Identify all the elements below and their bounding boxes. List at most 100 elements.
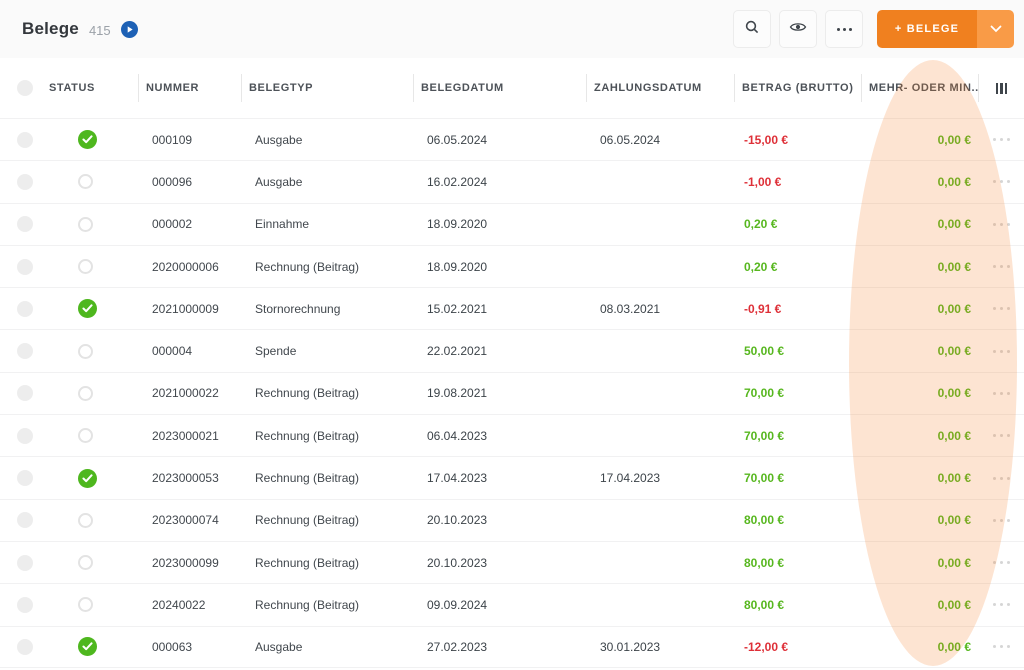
more-actions-button[interactable] [825, 10, 863, 48]
table-row[interactable]: 2021000009 Stornorechnung 15.02.2021 08.… [0, 287, 1024, 329]
column-header-belegdatum[interactable]: BELEGDATUM [413, 74, 586, 102]
cell-mehr-oder-min: 0,00 € [937, 471, 971, 486]
row-select-circle[interactable] [17, 131, 33, 148]
cell-belegdatum: 06.04.2023 [427, 428, 488, 443]
table-row[interactable]: 2020000006 Rechnung (Beitrag) 18.09.2020… [0, 244, 1024, 287]
row-ellipsis-icon[interactable] [978, 349, 1024, 353]
toolbar-actions: + BELEGE [733, 10, 1014, 48]
row-ellipsis-icon[interactable] [978, 222, 1024, 226]
row-select-cell [0, 300, 42, 317]
table-row[interactable]: 000109 Ausgabe 06.05.2024 06.05.2024 -15… [0, 118, 1024, 160]
status-icon[interactable] [78, 512, 93, 528]
column-header-betrag[interactable]: BETRAG (BRUTTO) [734, 74, 861, 102]
row-ellipsis-icon[interactable] [978, 434, 1024, 438]
row-select-circle[interactable] [17, 300, 33, 317]
status-icon[interactable] [78, 597, 93, 613]
status-icon[interactable] [78, 637, 97, 657]
eye-icon [789, 20, 807, 39]
cell-belegdatum: 22.02.2021 [427, 344, 488, 359]
status-icon[interactable] [78, 428, 93, 444]
status-cell [42, 468, 138, 488]
row-select-circle[interactable] [17, 216, 33, 233]
row-select-circle[interactable] [17, 385, 33, 402]
row-select-circle[interactable] [17, 258, 33, 275]
row-ellipsis-icon[interactable] [978, 138, 1024, 142]
row-ellipsis-icon[interactable] [978, 603, 1024, 607]
cell-nummer: 000109 [152, 132, 193, 147]
table-row[interactable]: 000063 Ausgabe 27.02.2023 30.01.2023 -12… [0, 625, 1024, 668]
select-all-circle[interactable] [17, 80, 33, 96]
row-ellipsis-icon[interactable] [978, 307, 1024, 311]
column-header-mehr-oder-min[interactable]: MEHR- ODER MIN... [861, 74, 978, 102]
row-select-cell [0, 173, 42, 190]
row-select-circle[interactable] [17, 173, 33, 190]
search-button[interactable] [733, 10, 771, 48]
column-header-nummer[interactable]: NUMMER [138, 74, 241, 102]
row-select-circle[interactable] [17, 470, 33, 487]
cell-belegdatum: 17.04.2023 [427, 471, 488, 486]
row-ellipsis-icon[interactable] [978, 265, 1024, 269]
column-header-belegtyp[interactable]: BELEGTYP [241, 74, 413, 102]
row-ellipsis-icon[interactable] [978, 391, 1024, 395]
search-icon [744, 19, 760, 40]
table-row[interactable]: 2021000022 Rechnung (Beitrag) 19.08.2021… [0, 371, 1024, 414]
row-select-cell [0, 427, 42, 444]
row-ellipsis-icon[interactable] [978, 180, 1024, 184]
cell-belegtyp: Rechnung (Beitrag) [255, 259, 360, 274]
table-row[interactable]: 2023000099 Rechnung (Beitrag) 20.10.2023… [0, 540, 1024, 583]
row-select-circle[interactable] [17, 343, 33, 360]
column-header-zahlungsdatum[interactable]: ZAHLUNGSDATUM [586, 74, 734, 102]
row-select-cell [0, 512, 42, 529]
table-row[interactable]: 000096 Ausgabe 16.02.2024 -1,00 € 0,00 € [0, 160, 1024, 202]
status-icon[interactable] [78, 343, 93, 359]
row-ellipsis-icon[interactable] [978, 476, 1024, 480]
table-row[interactable]: 20240022 Rechnung (Beitrag) 09.09.2024 8… [0, 583, 1024, 625]
table-row[interactable]: 2023000053 Rechnung (Beitrag) 17.04.2023… [0, 456, 1024, 498]
status-icon[interactable] [78, 385, 93, 401]
cell-belegtyp: Ausgabe [255, 132, 303, 147]
column-header-status[interactable]: STATUS [42, 82, 138, 94]
row-select-circle[interactable] [17, 512, 33, 529]
status-cell [42, 174, 138, 190]
cell-belegtyp: Ausgabe [255, 174, 303, 189]
cell-betrag: 70,00 € [744, 386, 785, 401]
status-icon[interactable] [78, 468, 97, 488]
cell-betrag: 80,00 € [744, 597, 785, 612]
status-icon[interactable] [78, 216, 93, 232]
status-icon[interactable] [78, 259, 93, 275]
play-icon[interactable] [120, 20, 138, 38]
cell-belegtyp: Rechnung (Beitrag) [255, 555, 360, 570]
row-select-circle[interactable] [17, 638, 33, 655]
status-icon[interactable] [78, 299, 97, 319]
row-select-cell [0, 131, 42, 148]
table-row[interactable]: 000002 Einnahme 18.09.2020 0,20 € 0,00 € [0, 202, 1024, 245]
cell-betrag: 50,00 € [744, 344, 785, 359]
cell-zahlungsdatum: 08.03.2021 [600, 301, 661, 316]
cell-betrag: 80,00 € [744, 513, 785, 528]
cell-betrag: -12,00 € [744, 639, 789, 654]
row-select-circle[interactable] [17, 596, 33, 613]
row-ellipsis-icon[interactable] [978, 518, 1024, 522]
row-select-circle[interactable] [17, 554, 33, 571]
column-settings-button[interactable] [978, 74, 1024, 102]
add-beleg-dropdown-toggle[interactable] [977, 10, 1014, 48]
table-row[interactable]: 2023000021 Rechnung (Beitrag) 06.04.2023… [0, 414, 1024, 456]
table-row[interactable]: 2023000074 Rechnung (Beitrag) 20.10.2023… [0, 498, 1024, 541]
cell-nummer: 2023000099 [152, 555, 219, 570]
preview-button[interactable] [779, 10, 817, 48]
cell-belegdatum: 06.05.2024 [427, 132, 488, 147]
status-icon[interactable] [78, 174, 93, 190]
title-group: Belege 415 [22, 19, 138, 39]
row-select-circle[interactable] [17, 427, 33, 444]
row-select-cell [0, 554, 42, 571]
cell-betrag: 0,20 € [744, 259, 778, 274]
add-beleg-button[interactable]: + BELEGE [877, 10, 977, 48]
status-icon[interactable] [78, 555, 93, 571]
cell-nummer: 000063 [152, 639, 193, 654]
row-ellipsis-icon[interactable] [978, 561, 1024, 565]
table-row[interactable]: 000004 Spende 22.02.2021 50,00 € 0,00 € [0, 329, 1024, 371]
cell-betrag: -15,00 € [744, 132, 789, 147]
row-ellipsis-icon[interactable] [978, 645, 1024, 649]
cell-mehr-oder-min: 0,00 € [937, 259, 971, 274]
status-icon[interactable] [78, 130, 97, 150]
